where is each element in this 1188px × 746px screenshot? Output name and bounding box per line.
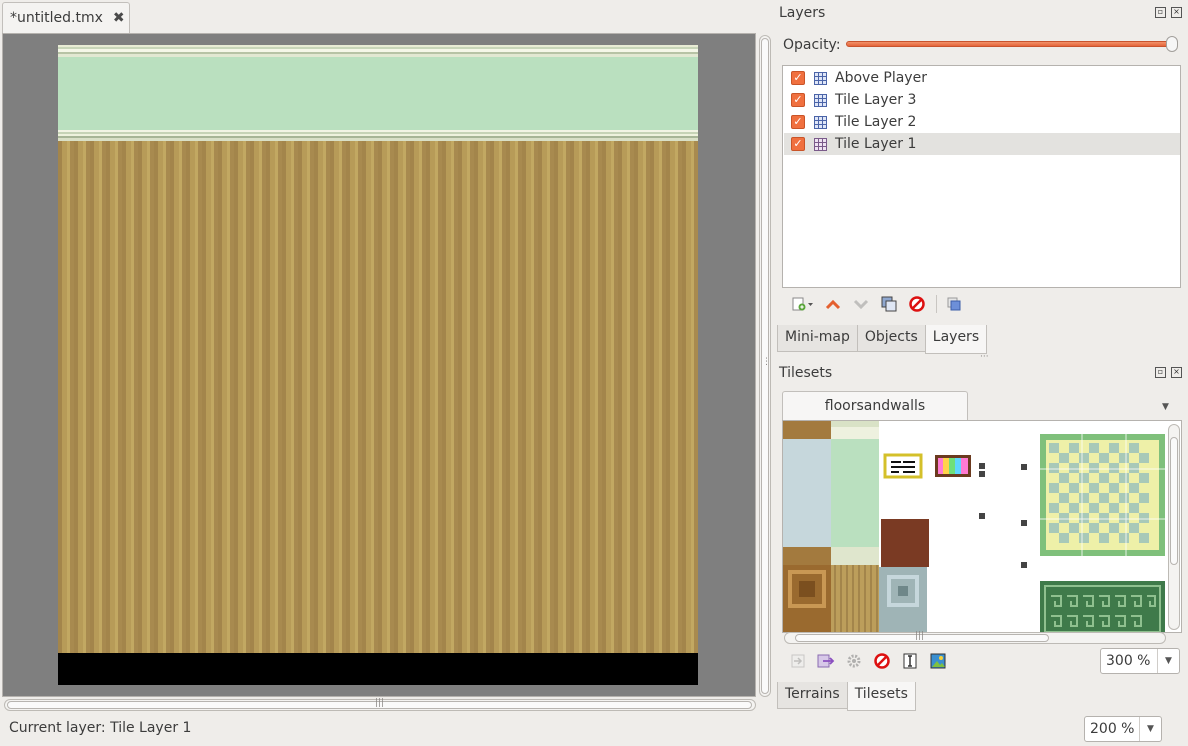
map-zoom-value: 200 %: [1090, 721, 1135, 737]
wall-tiles: [58, 57, 698, 130]
layer-row-tile-layer-1[interactable]: ✓ Tile Layer 1: [784, 133, 1180, 155]
layers-list[interactable]: ✓ Above Player ✓ Tile Layer 3 ✓ Tile Lay…: [782, 65, 1181, 288]
scroll-grip: |||: [915, 631, 925, 641]
opacity-slider[interactable]: [846, 41, 1174, 47]
document-tab-title: *untitled.tmx: [10, 10, 103, 26]
remove-tileset-icon[interactable]: [871, 650, 893, 672]
layer-visibility-checkbox[interactable]: ✓: [791, 115, 805, 129]
tileset-tab-floorsandwalls[interactable]: floorsandwalls: [782, 391, 968, 421]
tileset-image: [783, 421, 1165, 632]
export-tileset-icon[interactable]: [815, 650, 837, 672]
layers-toolbar: [790, 293, 971, 315]
tilesets-panel-title: Tilesets: [779, 365, 833, 381]
layer-row-tile-layer-2[interactable]: ✓ Tile Layer 2: [784, 111, 1180, 133]
layer-visibility-checkbox[interactable]: ✓: [791, 71, 805, 85]
tileset-zoom-value: 300 %: [1106, 653, 1151, 669]
map-canvas[interactable]: [58, 45, 698, 685]
float-panel-icon[interactable]: ▫: [1155, 7, 1166, 18]
chevron-down-icon[interactable]: ▼: [1157, 649, 1179, 673]
tab-terrains[interactable]: Terrains: [777, 682, 848, 709]
toolbar-separator: [936, 295, 937, 313]
tilesets-toolbar: [787, 650, 955, 672]
layer-row-above-player[interactable]: ✓ Above Player: [784, 67, 1180, 89]
document-tab[interactable]: *untitled.tmx ✖: [2, 2, 130, 33]
close-panel-icon[interactable]: ×: [1171, 7, 1182, 18]
tileset-zoom-select[interactable]: 300 % ▼: [1100, 648, 1180, 674]
tileset-horizontal-scrollbar[interactable]: |||: [784, 631, 1166, 644]
layer-name: Tile Layer 1: [835, 136, 917, 152]
tab-layers[interactable]: Layers: [924, 325, 988, 354]
tile-layer-icon: [814, 137, 827, 151]
map-zoom-select[interactable]: 200 % ▼: [1084, 716, 1162, 742]
layers-panel-title: Layers: [779, 5, 826, 21]
tab-objects[interactable]: Objects: [856, 325, 926, 352]
opacity-slider-handle[interactable]: [1166, 36, 1178, 52]
image-icon[interactable]: [927, 650, 949, 672]
tab-mini-map[interactable]: Mini-map: [777, 325, 858, 352]
tab-tilesets[interactable]: Tilesets: [846, 682, 916, 711]
duplicate-layer-icon[interactable]: [878, 293, 900, 315]
layers-dock-tabs: Mini-map Objects Layers: [777, 325, 988, 354]
scroll-grip: |||: [375, 698, 385, 708]
layer-name: Tile Layer 2: [835, 114, 917, 130]
tileset-view[interactable]: [782, 420, 1182, 633]
wood-floor-tiles: [58, 141, 698, 653]
float-panel-icon[interactable]: ▫: [1155, 367, 1166, 378]
wall-trim-top: [58, 45, 698, 57]
lower-layer-icon[interactable]: [850, 293, 872, 315]
raise-layer-icon[interactable]: [822, 293, 844, 315]
show-hide-others-icon[interactable]: [943, 293, 965, 315]
layers-dock-buttons: ▫ ×: [1155, 7, 1182, 18]
chevron-down-icon[interactable]: ▼: [1139, 717, 1161, 741]
remove-layer-icon[interactable]: [906, 293, 928, 315]
tile-layer-icon: [814, 115, 827, 129]
edit-terrain-icon[interactable]: [899, 650, 921, 672]
dock-splitter-handle[interactable]: ···: [980, 352, 989, 362]
wall-trim-bottom: [58, 130, 698, 141]
layer-name: Tile Layer 3: [835, 92, 917, 108]
status-current-layer: Current layer: Tile Layer 1: [9, 720, 192, 736]
tileset-list-chevron-down-icon[interactable]: ▼: [1162, 402, 1169, 412]
tilesets-dock-buttons: ▫ ×: [1155, 367, 1182, 378]
close-tab-icon[interactable]: ✖: [113, 10, 125, 26]
tileset-vertical-scrollbar[interactable]: [1168, 424, 1180, 630]
layer-visibility-checkbox[interactable]: ✓: [791, 93, 805, 107]
layer-visibility-checkbox[interactable]: ✓: [791, 137, 805, 151]
add-layer-icon[interactable]: [790, 293, 816, 315]
map-horizontal-scrollbar[interactable]: |||: [4, 698, 756, 711]
layer-name: Above Player: [835, 70, 927, 86]
tileset-vertical-scroll-thumb[interactable]: [1170, 437, 1178, 565]
opacity-label: Opacity:: [783, 37, 841, 53]
import-tileset-icon[interactable]: [787, 650, 809, 672]
panel-splitter-handle[interactable]: ⋮: [762, 357, 771, 367]
tile-layer-icon: [814, 93, 827, 107]
tilesets-dock-tabs: Terrains Tilesets: [777, 682, 916, 711]
close-panel-icon[interactable]: ×: [1171, 367, 1182, 378]
tileset-properties-icon[interactable]: [843, 650, 865, 672]
layer-row-tile-layer-3[interactable]: ✓ Tile Layer 3: [784, 89, 1180, 111]
tile-layer-icon: [814, 71, 827, 85]
